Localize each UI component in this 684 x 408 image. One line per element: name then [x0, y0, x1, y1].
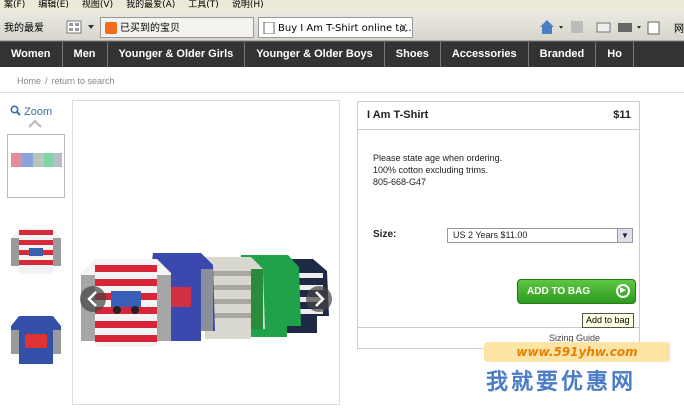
menu-file[interactable]: 案(F) — [0, 0, 34, 13]
quick-tabs-icon[interactable] — [66, 19, 98, 35]
print-icon[interactable] — [618, 23, 632, 32]
zoom-control[interactable]: Zoom — [10, 105, 52, 118]
size-select-value: US 2 Years $11.00 — [453, 230, 528, 240]
taobao-icon — [105, 22, 117, 34]
tab-title: 已买到的宝贝 — [120, 23, 180, 34]
tab-purchased[interactable]: 已买到的宝贝 — [100, 17, 254, 38]
toolbar-overflow-label[interactable]: 网 — [674, 20, 684, 35]
browser-menubar: 案(F) 编辑(E) 视图(V) 我的最爱(A) 工具(T) 说明(H) — [0, 0, 684, 13]
favorites-label[interactable]: 我的最爱 — [4, 19, 44, 34]
red-striped-shirt-image — [11, 228, 61, 274]
site-nav: Women Men Younger & Older Girls Younger … — [0, 41, 684, 67]
breadcrumb-return[interactable]: return to search — [52, 76, 115, 86]
rss-icon[interactable] — [571, 21, 583, 33]
product-title: I Am T-Shirt — [367, 109, 429, 121]
breadcrumb-home[interactable]: Home — [17, 76, 41, 86]
product-price: $11 — [613, 109, 631, 121]
thumbnail-selected[interactable] — [7, 134, 65, 198]
mail-icon[interactable] — [596, 22, 611, 33]
nav-shoes[interactable]: Shoes — [385, 42, 441, 67]
breadcrumb: Home / return to search — [17, 76, 115, 86]
menu-edit[interactable]: 编辑(E) — [34, 0, 78, 13]
description-line: 100% cotton excluding trims. — [373, 165, 489, 175]
add-to-bag-tooltip: Add to bag — [582, 313, 634, 328]
product-code: 805-668-G47 — [373, 177, 427, 187]
zoom-label: Zoom — [24, 106, 53, 118]
previous-image-icon[interactable] — [80, 286, 106, 312]
toolbar-icons — [540, 20, 660, 35]
nav-women[interactable]: Women — [0, 42, 63, 67]
add-to-bag-button[interactable]: ADD TO BAG ▶ — [517, 279, 636, 304]
tshirt-group-image — [8, 135, 64, 197]
tab-product[interactable]: Buy I Am T-Shirt online to... X — [258, 17, 413, 38]
breadcrumb-separator: / — [45, 76, 48, 86]
tshirt-lineup-image — [80, 253, 332, 347]
arrow-right-icon: ▶ — [616, 284, 630, 298]
description-line: Please state age when ordering. — [373, 153, 503, 163]
menu-favorites[interactable]: 我的最爱(A) — [122, 0, 184, 13]
thumbnail-red-shirt[interactable] — [7, 218, 65, 282]
menu-help[interactable]: 说明(H) — [228, 0, 273, 13]
blue-shirt-image — [11, 316, 61, 364]
product-panel: I Am T-Shirt $11 Please state age when o… — [357, 101, 640, 349]
page-icon — [263, 22, 275, 34]
tab-title: Buy I Am T-Shirt online to... — [278, 23, 413, 34]
panel-divider — [358, 129, 639, 130]
next-image-icon[interactable] — [306, 286, 332, 312]
watermark-url: www.591yhw.com — [484, 342, 670, 362]
size-label: Size: — [373, 229, 397, 240]
add-to-bag-label: ADD TO BAG — [527, 286, 591, 297]
nav-girls[interactable]: Younger & Older Girls — [108, 42, 246, 67]
magnifier-icon — [10, 105, 21, 116]
nav-men[interactable]: Men — [63, 42, 108, 67]
main-product-image — [72, 100, 340, 405]
home-icon[interactable] — [540, 20, 554, 34]
tab-close-icon[interactable]: X — [399, 18, 407, 37]
product-description: Please state age when ordering. 100% cot… — [373, 152, 502, 188]
thumbnail-strip — [5, 118, 68, 405]
nav-branded[interactable]: Branded — [529, 42, 597, 67]
divider — [0, 92, 684, 93]
scroll-up-icon[interactable] — [28, 120, 42, 128]
nav-home[interactable]: Ho — [596, 42, 634, 67]
watermark-text: 我就要优惠网 — [486, 370, 637, 395]
menu-view[interactable]: 视图(V) — [78, 0, 122, 13]
chevron-down-icon[interactable]: ▼ — [617, 229, 632, 242]
browser-tabbar: 我的最爱 已买到的宝贝 Buy I Am T-Shirt online to..… — [0, 13, 684, 41]
size-select[interactable]: US 2 Years $11.00 ▼ — [447, 228, 633, 243]
nav-accessories[interactable]: Accessories — [441, 42, 529, 67]
thumbnail-blue-shirt[interactable] — [7, 308, 65, 372]
page-menu-icon[interactable] — [647, 21, 660, 35]
menu-tools[interactable]: 工具(T) — [184, 0, 228, 13]
nav-boys[interactable]: Younger & Older Boys — [245, 42, 385, 67]
